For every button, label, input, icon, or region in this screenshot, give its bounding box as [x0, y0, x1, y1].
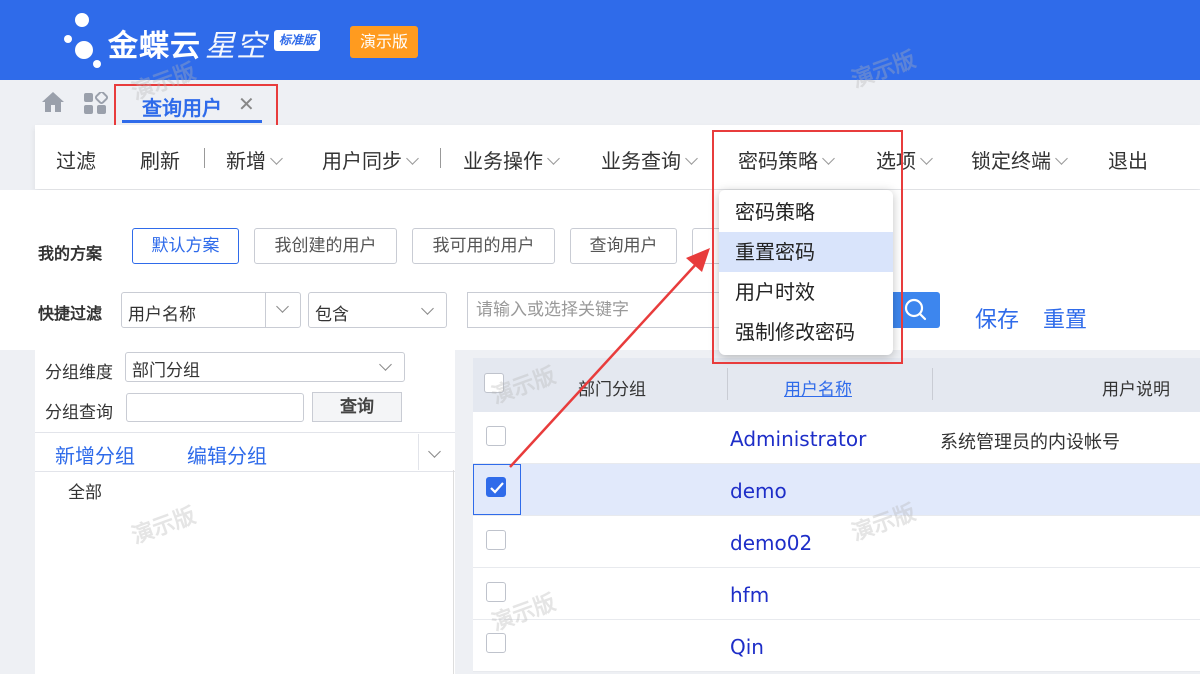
column-header-description[interactable]: 用户说明	[1102, 375, 1170, 400]
add-group-link[interactable]: 新增分组	[55, 440, 135, 469]
chevron-down-icon	[547, 152, 560, 165]
group-query-button[interactable]: 查询	[312, 392, 402, 422]
filter-operator-select[interactable]: 包含	[308, 292, 447, 328]
keyword-search-input[interactable]	[467, 292, 727, 328]
column-divider	[727, 368, 728, 400]
brand-logo: 金蝶云 星空	[108, 29, 267, 64]
chevron-down-icon	[685, 152, 698, 165]
toolbar-filter[interactable]: 过滤	[56, 145, 96, 174]
edit-group-link[interactable]: 编辑分组	[187, 440, 267, 469]
toolbar-lock-terminal[interactable]: 锁定终端	[971, 145, 1068, 174]
user-name-cell[interactable]: demo	[730, 479, 787, 503]
table-row-selected[interactable]	[473, 464, 1200, 516]
plan-my-created[interactable]: 我创建的用户	[254, 228, 397, 264]
annotation-box-menu	[712, 130, 903, 364]
toolbar-divider	[204, 148, 205, 168]
group-search-label: 分组查询	[45, 403, 113, 423]
plan-my-available[interactable]: 我可用的用户	[412, 228, 555, 264]
row-checkbox[interactable]	[486, 633, 506, 653]
group-search-input[interactable]	[126, 393, 304, 422]
row-checkbox[interactable]	[486, 426, 506, 446]
user-name-cell[interactable]: Administrator	[730, 427, 866, 451]
chevron-down-icon	[276, 300, 289, 313]
toolbar-exit[interactable]: 退出	[1108, 145, 1148, 174]
edition-badge: 标准版	[274, 30, 321, 51]
demo-badge: 演示版	[350, 26, 418, 58]
save-scheme-link[interactable]: 保存	[975, 302, 1019, 334]
column-header-username[interactable]: 用户名称	[784, 375, 852, 400]
column-divider	[932, 368, 933, 400]
toolbar-refresh[interactable]: 刷新	[140, 145, 180, 174]
toolbar-new[interactable]: 新增	[226, 145, 283, 174]
apps-icon[interactable]	[83, 92, 109, 116]
row-checkbox[interactable]	[486, 582, 506, 602]
quick-filter-label: 快捷过滤	[38, 304, 103, 323]
chevron-down-icon	[379, 358, 392, 371]
user-name-cell[interactable]: demo02	[730, 531, 812, 555]
checkmark-icon	[490, 482, 504, 494]
group-dimension-label: 分组维度	[45, 363, 113, 383]
chevron-down-icon	[270, 152, 283, 165]
plan-query-user[interactable]: 查询用户	[570, 228, 677, 264]
toolbar-business-query[interactable]: 业务查询	[601, 145, 698, 174]
divider	[418, 434, 419, 470]
chevron-down-icon	[920, 152, 933, 165]
toolbar-user-sync[interactable]: 用户同步	[322, 145, 419, 174]
row-checkbox[interactable]	[486, 530, 506, 550]
filter-field-select[interactable]: 用户名称	[121, 292, 301, 328]
row-checkbox-checked[interactable]	[486, 477, 506, 497]
select-all-checkbox[interactable]	[484, 373, 504, 393]
tree-node-all[interactable]: 全部	[68, 478, 102, 503]
reset-link[interactable]: 重置	[1043, 302, 1087, 334]
my-plans-label: 我的方案	[38, 244, 103, 263]
chevron-down-icon	[1055, 152, 1068, 165]
group-dimension-select[interactable]: 部门分组	[125, 352, 405, 382]
logo-icon	[64, 13, 101, 68]
chevron-down-icon	[421, 302, 434, 315]
table-row[interactable]	[473, 620, 1200, 672]
user-name-cell[interactable]: hfm	[730, 583, 769, 607]
toolbar-business-ops[interactable]: 业务操作	[463, 145, 560, 174]
user-desc-cell: 系统管理员的内设帐号	[940, 432, 1120, 453]
table-row[interactable]	[473, 516, 1200, 568]
chevron-down-icon	[406, 152, 419, 165]
user-name-cell[interactable]: Qin	[730, 635, 764, 659]
column-header-dept[interactable]: 部门分组	[578, 375, 646, 400]
table-row[interactable]	[473, 568, 1200, 620]
toolbar-divider	[440, 148, 441, 168]
home-icon[interactable]	[40, 90, 66, 114]
plan-default[interactable]: 默认方案	[132, 228, 239, 264]
